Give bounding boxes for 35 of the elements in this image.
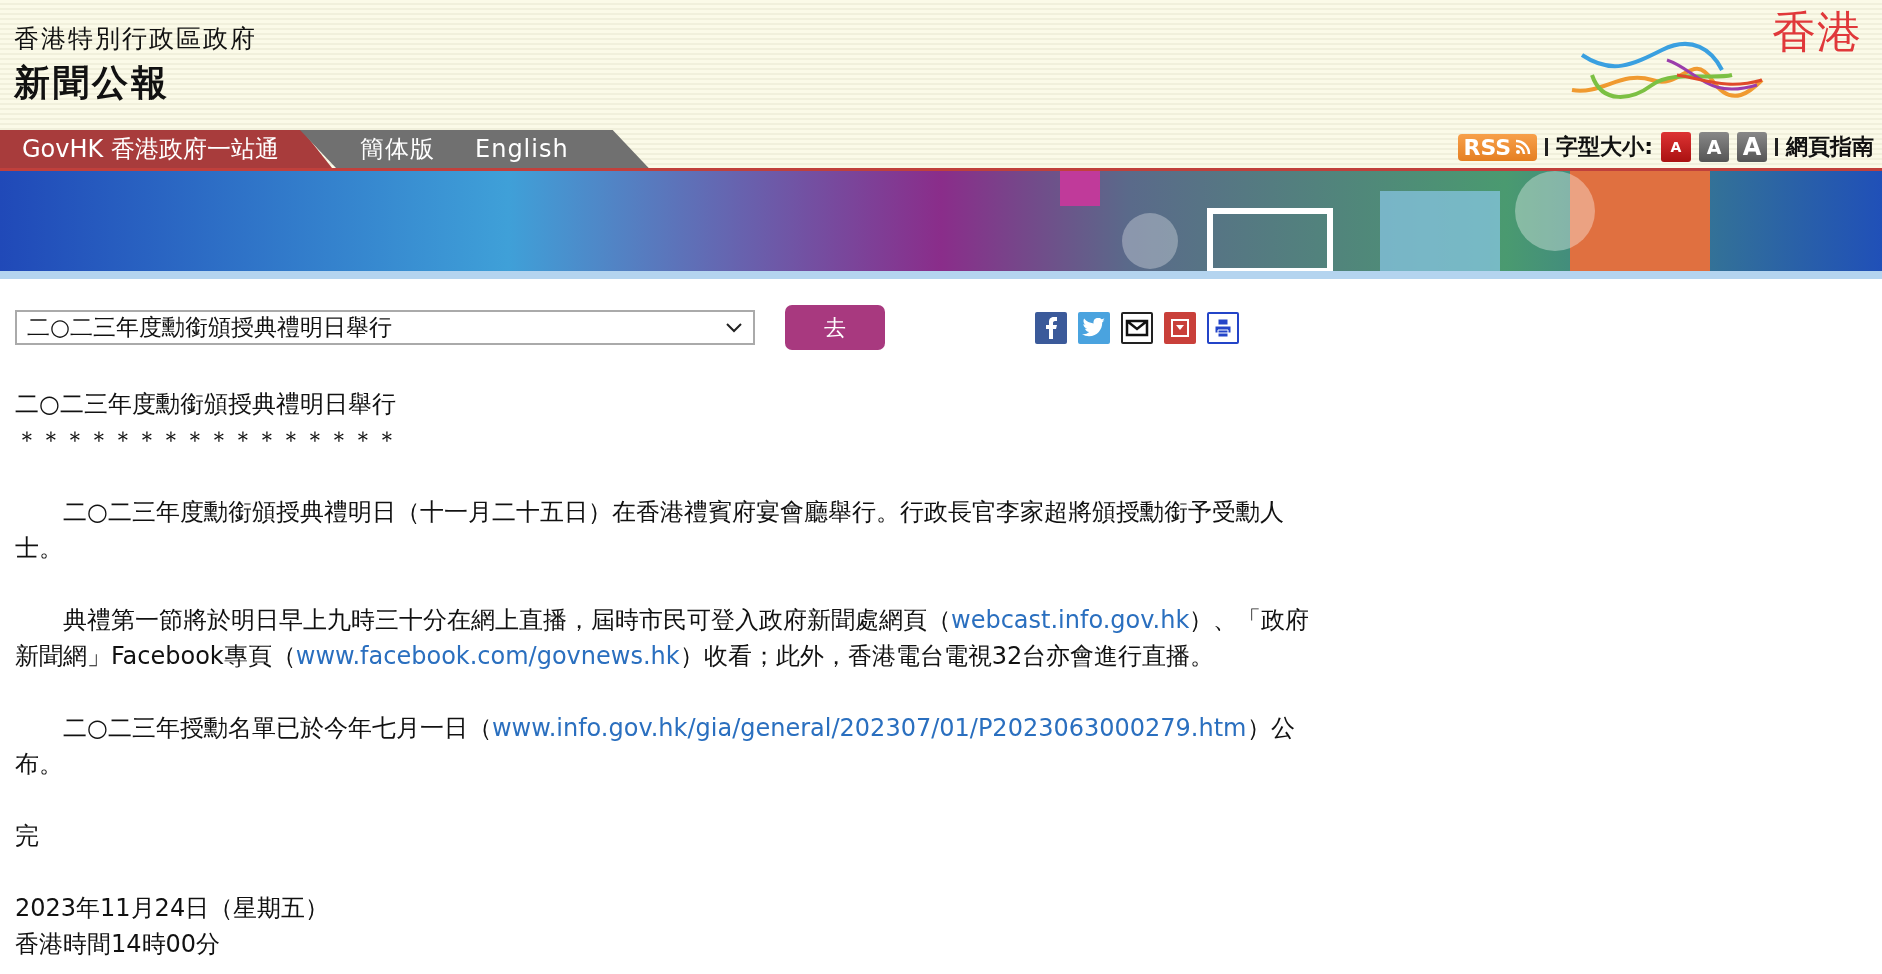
font-size-button[interactable]: A [1699,132,1729,162]
url-link[interactable]: webcast.info.gov.hk [951,606,1190,634]
bird-icon [1082,317,1106,338]
mail-share-button[interactable] [1121,311,1153,344]
article-title: 二○二三年度勳銜頒授典禮明日舉行 [15,389,397,420]
language-link[interactable]: 簡体版 [360,133,435,165]
bookmark-share-button[interactable] [1164,311,1196,344]
font-size-button[interactable]: A [1661,132,1691,162]
facebook-share-button[interactable] [1035,311,1067,344]
font-size-button[interactable]: A [1737,132,1767,162]
print-button[interactable] [1207,311,1239,344]
logo-text: 香港 [1772,10,1862,54]
font-size-label: 字型大小: [1556,133,1653,161]
page-title: 新聞公報 [14,61,171,105]
printer-icon [1213,317,1233,338]
url-link[interactable]: www.facebook.com/govnews.hk [295,642,680,670]
bird-share-button[interactable] [1078,311,1110,344]
letter-f-icon [1043,316,1059,339]
release-time: 香港時間14時00分 [15,929,222,960]
url-link[interactable]: www.info.gov.hk/gia/general/202307/01/P2023063000279.htm [491,714,1247,742]
article-paragraph: 典禮第一節將於明日早上九時三十分在網上直播，屆時市民可登入政府新聞處網頁（webcast.info.gov.hk）、「政府新聞網」Facebook專頁（www.facebook.com/govnews.hk）收看；此外，香港電台電視32台亦會進行直播。 [15,605,1311,672]
envelope-icon [1125,318,1149,337]
language-link[interactable]: English [475,135,569,163]
title-underline-stars: ＊＊＊＊＊＊＊＊＊＊＊＊＊＊＊＊ [15,425,400,456]
article-paragraph: 二○二三年度勳銜頒授典禮明日（十一月二十五日）在香港禮賓府宴會廳舉行。行政長官李家超將頒授勳銜予受勳人士。 [15,497,1285,564]
article-paragraph: 二○二三年授勳名單已於今年七月一日（www.info.gov.hk/gia/general/202307/01/P2023063000279.htm）公布。 [15,713,1296,780]
government-name: 香港特別行政區政府 [14,23,257,55]
chevron-down-icon [725,321,743,334]
article-select[interactable]: 二○二三年度勳銜頒授典禮明日舉行 [15,310,755,345]
end-mark: 完 [15,821,40,852]
feed-icon [1515,139,1532,155]
release-date: 2023年11月24日（星期五） [15,893,331,924]
site-guide-link[interactable]: 網頁指南 [1786,132,1874,162]
go-button[interactable]: 去 [785,305,885,350]
govhk-link[interactable]: GovHK 香港政府一站通 [0,130,332,168]
